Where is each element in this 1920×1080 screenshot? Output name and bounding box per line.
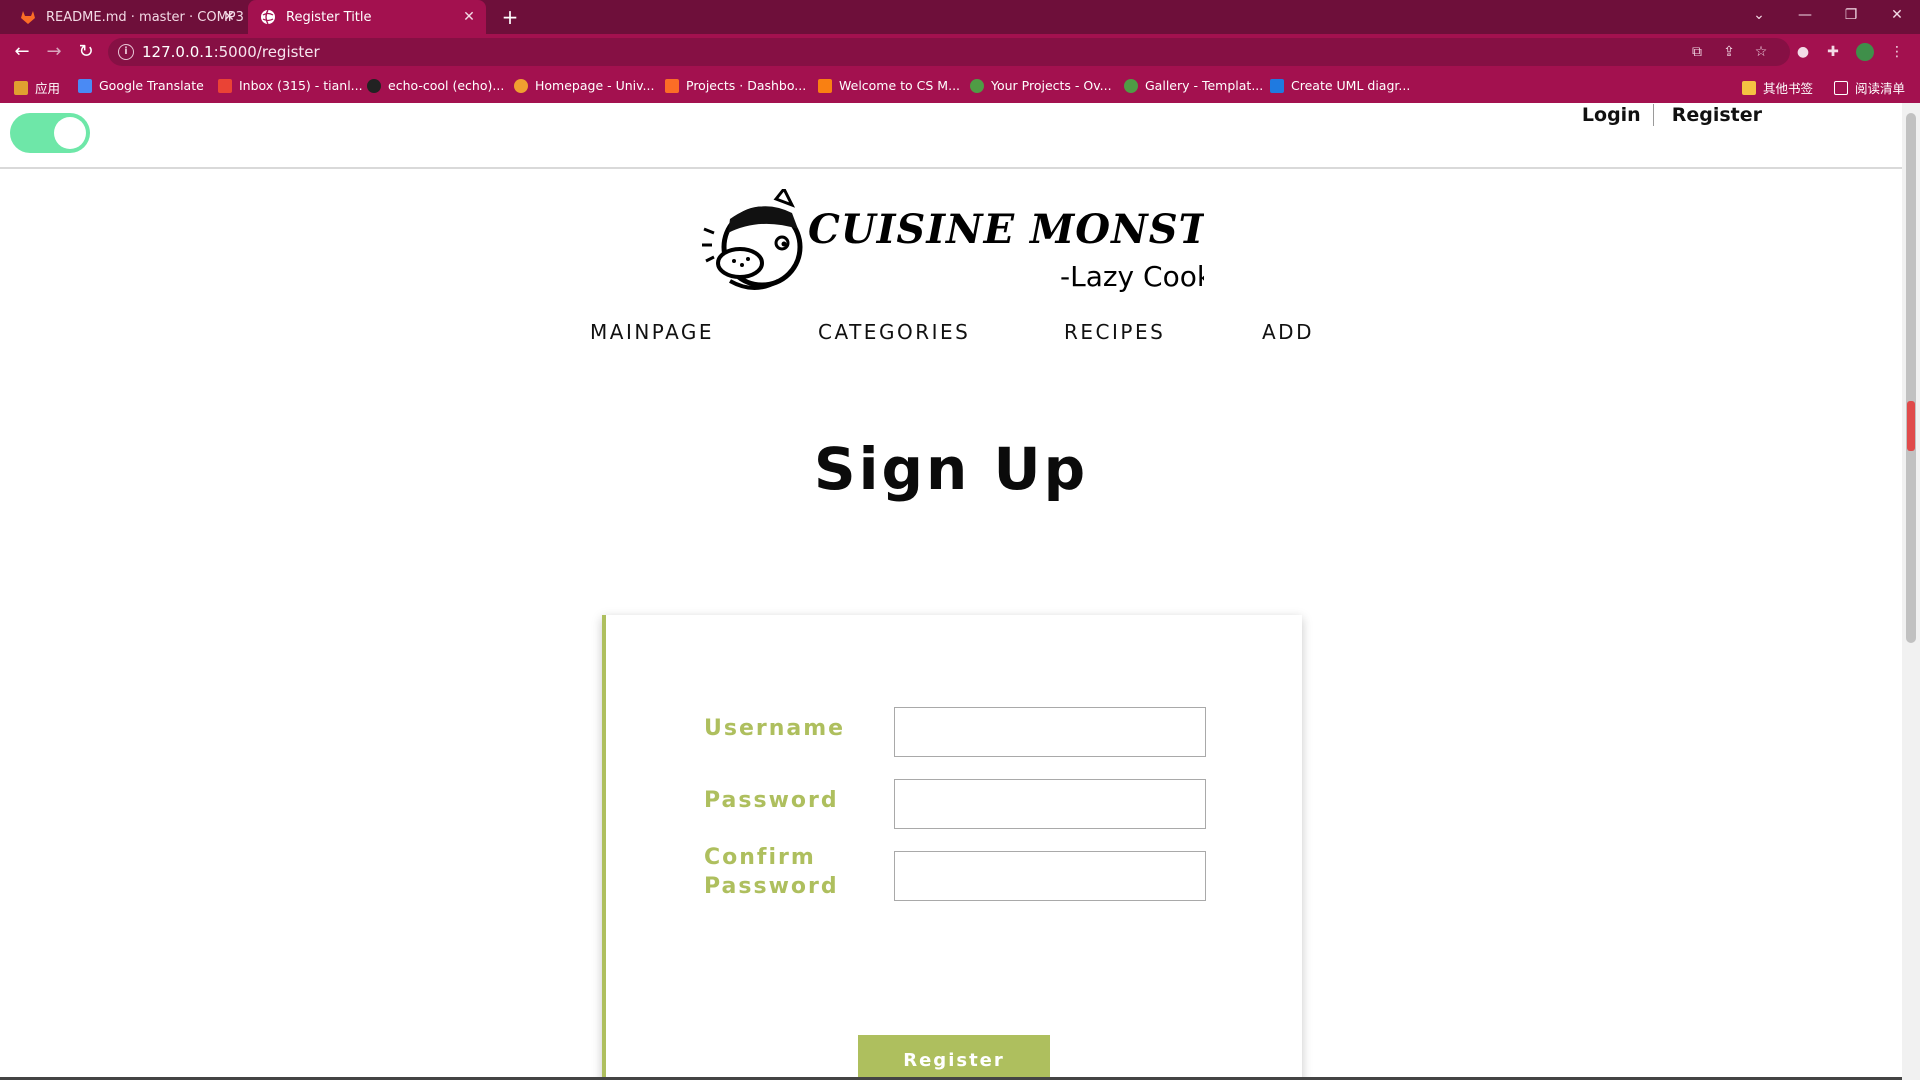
site-info-icon[interactable]: i [118, 44, 134, 60]
restore-button[interactable]: ❐ [1828, 0, 1874, 30]
main-nav: MAINPAGE CATEGORIES RECIPES ADD [590, 320, 1311, 350]
top-bar: Login Register [0, 103, 1902, 169]
gitlab-icon [665, 78, 679, 93]
bookmarks-bar: 应用 Google Translate Inbox (315) - tianl.… [0, 70, 1920, 103]
signup-form-card: Username Password Confirm Password Regis… [602, 615, 1302, 1080]
translate-icon[interactable]: ⧉ [1688, 43, 1706, 61]
close-tab-icon[interactable]: ✕ [460, 8, 478, 26]
bookmark-item[interactable]: Inbox (315) - tianl... [218, 78, 363, 93]
bookmark-folder[interactable]: 其他书签 [1742, 78, 1813, 97]
close-tab-icon[interactable]: ✕ [220, 8, 238, 26]
page-viewport: Login Register CUISINE MONSTER -Lazy Coo… [0, 103, 1902, 1080]
tab-title: Register Title [286, 9, 372, 25]
reading-list-icon [1834, 80, 1848, 95]
reload-icon[interactable]: ↻ [74, 40, 98, 64]
bookmark-item[interactable]: Welcome to CS M... [818, 78, 960, 93]
gitlab-icon [21, 11, 35, 24]
confirm-password-input[interactable] [894, 851, 1206, 901]
github-icon [367, 78, 381, 93]
google-translate-icon [78, 78, 92, 93]
nav-add[interactable]: ADD [1262, 320, 1314, 344]
extension-color-icon[interactable]: ● [1794, 43, 1812, 61]
globe-icon [261, 9, 275, 25]
monster-mascot-icon [702, 189, 803, 290]
bitbucket-icon [514, 78, 528, 93]
browser-toolbar: ← → ↻ i 127.0.0.1:5000/register ⧉ ⇪ ☆ ● … [0, 34, 1920, 70]
password-input[interactable] [894, 779, 1206, 829]
password-label: Password [704, 788, 839, 813]
bookmark-star-icon[interactable]: ☆ [1752, 43, 1770, 61]
scroll-marker [1907, 401, 1915, 451]
logo-tagline: -Lazy Cook [1060, 260, 1204, 293]
login-link[interactable]: Login [1582, 104, 1641, 126]
bookmark-item[interactable]: echo-cool (echo)... [367, 78, 504, 93]
bookmark-item[interactable]: Projects · Dashbo... [665, 78, 806, 93]
confirm-password-label: Confirm Password [704, 845, 839, 899]
site-logo[interactable]: CUISINE MONSTER -Lazy Cook [700, 189, 1204, 299]
address-bar[interactable]: i 127.0.0.1:5000/register ⧉ ⇪ ☆ [108, 38, 1790, 66]
yuml-icon [1270, 78, 1284, 93]
overleaf-icon [970, 78, 984, 93]
nav-recipes[interactable]: RECIPES [1064, 320, 1165, 344]
nav-categories[interactable]: CATEGORIES [818, 320, 970, 344]
register-link[interactable]: Register [1672, 104, 1762, 126]
new-tab-button[interactable]: + [498, 5, 522, 29]
divider [1652, 104, 1654, 126]
forward-arrow-icon[interactable]: → [42, 40, 66, 64]
tab-strip: README.md · master · COMP3 ✕ Register Ti… [0, 0, 1920, 34]
username-label: Username [704, 716, 846, 741]
extensions-puzzle-icon[interactable]: ✚ [1824, 43, 1842, 61]
scroll-thumb[interactable] [1906, 113, 1916, 643]
bookmark-item[interactable]: Gallery - Templat... [1124, 78, 1263, 93]
address-url: 127.0.0.1:5000/register [142, 43, 320, 61]
bookmark-item[interactable]: 应用 [14, 78, 60, 97]
gmail-icon [218, 78, 232, 93]
bookmark-item[interactable]: Create UML diagr... [1270, 78, 1410, 93]
close-window-button[interactable]: ✕ [1874, 0, 1920, 30]
overleaf-icon [1124, 78, 1138, 93]
share-icon[interactable]: ⇪ [1720, 43, 1738, 61]
bookmark-item[interactable]: Google Translate [78, 78, 204, 93]
menu-kebab-icon[interactable]: ⋮ [1888, 43, 1906, 61]
apps-grid-icon [14, 80, 28, 95]
bookmark-item[interactable]: Your Projects - Ov... [970, 78, 1112, 93]
tab-register[interactable]: Register Title ✕ [248, 0, 486, 34]
logo-wordmark: CUISINE MONSTER [808, 206, 1204, 253]
back-arrow-icon[interactable]: ← [10, 40, 34, 64]
auth-links: Login Register [1582, 104, 1762, 126]
tab-search-icon[interactable]: ⌄ [1736, 0, 1782, 30]
username-input[interactable] [894, 707, 1206, 757]
profile-avatar[interactable] [1856, 43, 1874, 61]
page-title: Sign Up [813, 435, 1089, 503]
tab-readme[interactable]: README.md · master · COMP3 ✕ [8, 0, 246, 34]
moodle-icon [818, 78, 832, 93]
reading-list[interactable]: 阅读清单 [1834, 78, 1905, 97]
tab-title: README.md · master · COMP3 [46, 9, 244, 25]
bookmark-item[interactable]: Homepage - Univ... [514, 78, 654, 93]
theme-toggle[interactable] [10, 113, 90, 153]
browser-chrome: README.md · master · COMP3 ✕ Register Ti… [0, 0, 1920, 103]
folder-icon [1742, 80, 1756, 95]
toggle-knob [54, 117, 86, 149]
minimize-button[interactable]: — [1782, 0, 1828, 30]
register-button[interactable]: Register [858, 1035, 1050, 1080]
page-scrollbar[interactable] [1902, 103, 1920, 1080]
nav-mainpage[interactable]: MAINPAGE [590, 320, 714, 344]
